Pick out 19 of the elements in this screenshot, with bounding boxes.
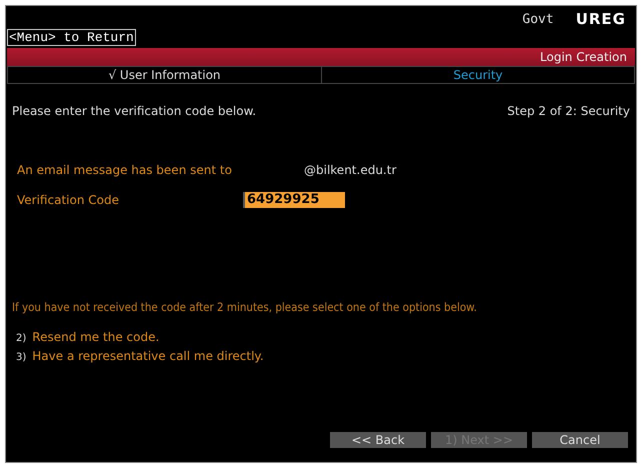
- nav-button[interactable]: Cancel: [532, 432, 628, 448]
- email-value: @bilkent.edu.tr: [304, 163, 396, 177]
- step-indicator: Step 2 of 2: Security: [507, 104, 630, 118]
- step-tab[interactable]: Security: [321, 67, 634, 83]
- option-number: 3): [16, 352, 26, 363]
- option-text[interactable]: Resend me the code.: [32, 330, 160, 344]
- email-label: An email message has been sent to: [17, 163, 233, 177]
- app-name: UREG: [576, 10, 626, 28]
- verification-code-field[interactable]: 64929925: [243, 192, 345, 208]
- instruction-text: Please enter the verification code below.: [12, 104, 256, 118]
- option-text[interactable]: Have a representative call me directly.: [32, 349, 264, 363]
- menu-return-link[interactable]: <Menu> to Return: [7, 29, 136, 46]
- step-tab[interactable]: √ User Information: [8, 67, 321, 83]
- notice-text: If you have not received the code after 2 minutes, please select one of the options below.: [11, 300, 478, 314]
- nav-button[interactable]: << Back: [330, 432, 426, 448]
- govt-label: Govt: [522, 12, 554, 26]
- title-banner: Login Creation: [7, 48, 635, 66]
- code-label: Verification Code: [17, 193, 120, 207]
- option-number: 2): [16, 333, 26, 344]
